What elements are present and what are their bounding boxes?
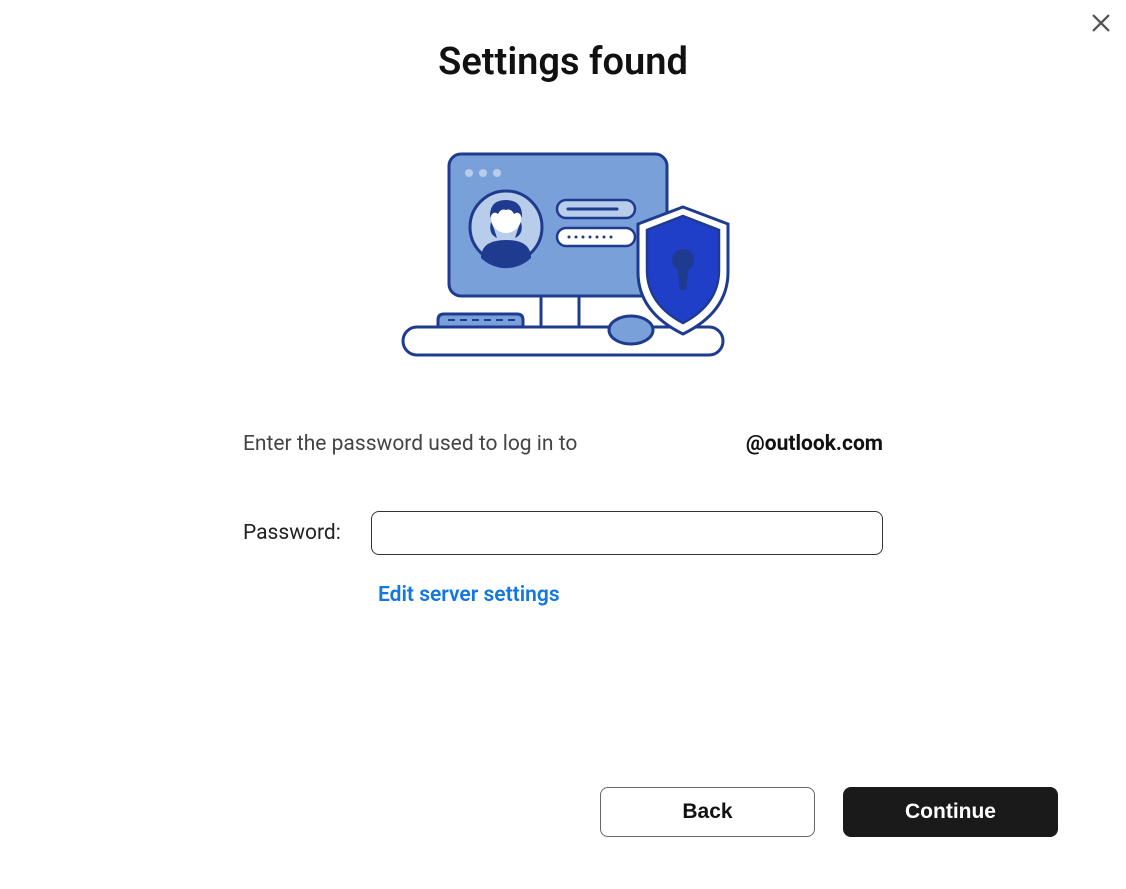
continue-button[interactable]: Continue [843, 787, 1058, 837]
edit-server-settings-link[interactable]: Edit server settings [378, 583, 560, 607]
dialog-content: Settings found [0, 0, 1126, 607]
instruction-row: Enter the password used to log in to @ou… [243, 432, 883, 456]
account-security-illustration [393, 152, 733, 362]
close-icon[interactable] [1090, 12, 1112, 34]
edit-link-row: Edit server settings [243, 583, 883, 607]
instruction-text: Enter the password used to log in to [243, 432, 577, 456]
button-row: Back Continue [600, 787, 1058, 837]
password-label: Password: [243, 521, 341, 545]
back-button[interactable]: Back [600, 787, 815, 837]
password-row: Password: [243, 511, 883, 555]
password-input[interactable] [371, 511, 883, 555]
email-domain: @outlook.com [746, 432, 883, 456]
page-title: Settings found [438, 40, 688, 84]
